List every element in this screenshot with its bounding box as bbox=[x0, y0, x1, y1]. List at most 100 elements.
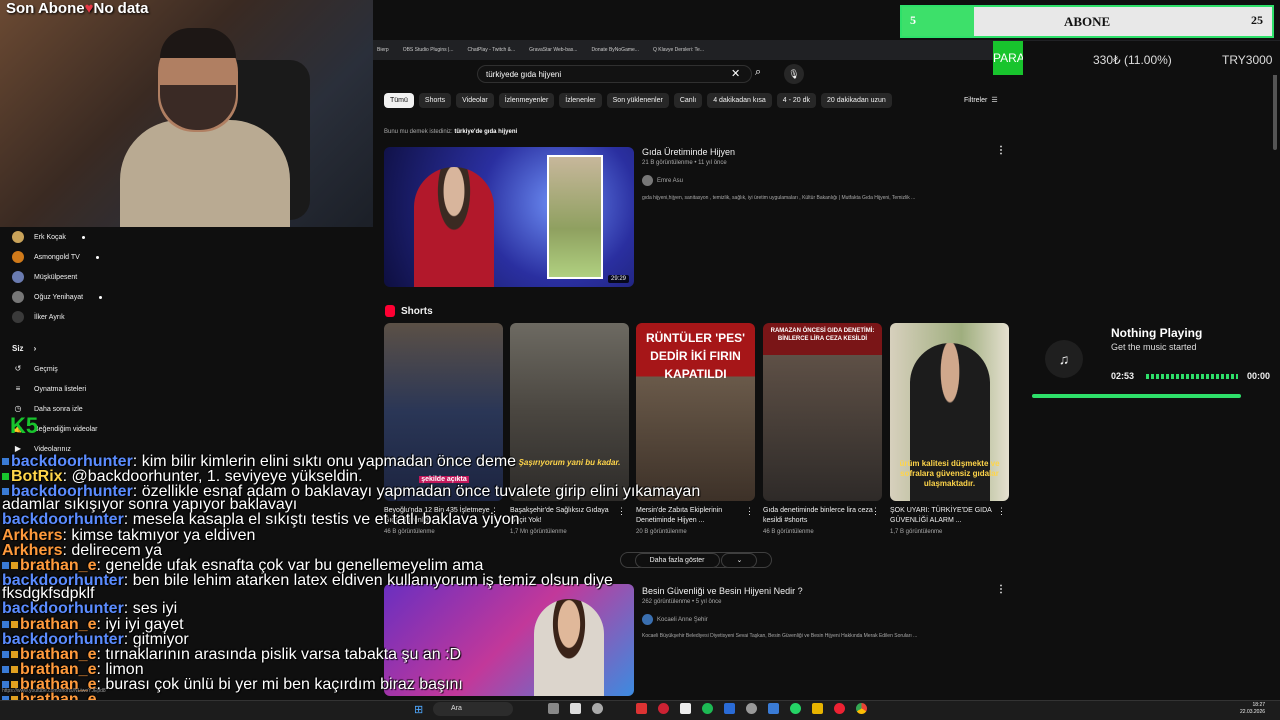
chip-under-4[interactable]: 4 dakikadan kısa bbox=[707, 93, 772, 108]
chip-live[interactable]: Canlı bbox=[673, 93, 703, 108]
chevron-right-icon: › bbox=[33, 344, 37, 353]
channel-link[interactable]: Emre Asu bbox=[642, 175, 683, 186]
app-icon[interactable] bbox=[724, 703, 735, 714]
short-thumbnail[interactable]: Şaşırıyorum yani bu kadar. bbox=[510, 323, 629, 501]
more-options-icon[interactable]: ⋮ bbox=[871, 506, 880, 517]
short-thumbnail[interactable]: RAMAZAN ÖNCESİ GIDA DENETİMİ: BİNLERCE L… bbox=[763, 323, 882, 501]
short-views: 46 B görüntülenme bbox=[763, 529, 814, 535]
bookmark[interactable]: Bierp bbox=[377, 47, 389, 53]
bookmark[interactable]: GravaStar Web-bas... bbox=[529, 47, 577, 53]
more-options-icon[interactable]: ⋮ bbox=[996, 145, 1006, 156]
search-input[interactable]: türkiyede gıda hijyeni bbox=[477, 65, 752, 83]
avatar bbox=[12, 271, 24, 283]
shorts-section-header: Shorts bbox=[385, 305, 433, 317]
video-meta: 21 B görüntülenme • 11 yıl önce bbox=[642, 160, 727, 166]
chip-all[interactable]: Tümü bbox=[384, 93, 414, 108]
chip-videos[interactable]: Videolar bbox=[456, 93, 494, 108]
sidebar-subscription[interactable]: Erk Koçak bbox=[12, 231, 85, 243]
short-title[interactable]: Mersin'de Zabıta Ekiplerinin Denetiminde… bbox=[636, 506, 746, 526]
short-thumbnail[interactable]: ürüm kalitesi düşmekte ve sofralara güve… bbox=[890, 323, 1009, 501]
more-options-icon[interactable]: ⋮ bbox=[617, 506, 626, 517]
app-icon[interactable] bbox=[768, 703, 779, 714]
more-options-icon[interactable]: ⋮ bbox=[996, 584, 1006, 595]
music-remaining: 00:00 bbox=[1247, 371, 1271, 381]
sidebar-item-playlists[interactable]: ≡ Oynatma listeleri bbox=[12, 383, 86, 395]
more-options-icon[interactable]: ⋮ bbox=[997, 506, 1006, 517]
music-visualizer bbox=[1146, 374, 1238, 379]
chip-over-20[interactable]: 20 dakikadan uzun bbox=[820, 93, 892, 108]
bookmark[interactable]: ChatPlay - Twitch &... bbox=[467, 47, 515, 53]
history-icon: ↺ bbox=[14, 364, 22, 373]
sidebar-you-header[interactable]: Siz › bbox=[12, 344, 36, 353]
short-title[interactable]: ŞOK UYARI: TÜRKİYE'DE GIDA GÜVENLİĞİ ALA… bbox=[890, 506, 1000, 526]
clock-time: 18:27 bbox=[1252, 702, 1266, 708]
chat-text: : tırnaklarının arasında pislik varsa ta… bbox=[96, 646, 462, 663]
sidebar-subscription[interactable]: Oğuz Yenihayat bbox=[12, 291, 103, 303]
channel-link[interactable]: Kocaeli Anne Şehir bbox=[642, 614, 708, 625]
settings-icon[interactable] bbox=[592, 703, 603, 714]
taskbar-search[interactable]: Ara bbox=[433, 702, 513, 716]
short-views: 1,7 Mn görüntülenme bbox=[510, 529, 567, 535]
playlist-icon: ≡ bbox=[15, 384, 21, 393]
sidebar-subscription[interactable]: Müşkülpesent bbox=[12, 271, 77, 283]
chat-text: : ses iyi bbox=[123, 600, 178, 617]
file-explorer-icon[interactable] bbox=[570, 703, 581, 714]
app-icon[interactable] bbox=[746, 703, 757, 714]
music-note-icon: ♫ bbox=[1045, 340, 1083, 378]
overlay-label: Son Abone bbox=[6, 0, 85, 17]
avatar bbox=[12, 291, 24, 303]
short-views: 46 B görüntülenme bbox=[384, 529, 435, 535]
chip-shorts[interactable]: Shorts bbox=[418, 93, 452, 108]
last-subscriber-overlay: Son Abone♥No data bbox=[6, 0, 149, 17]
microphone-icon[interactable]: 🎙 bbox=[784, 64, 804, 84]
short-caption: RAMAZAN ÖNCESİ GIDA DENETİMİ: BİNLERCE L… bbox=[770, 328, 875, 342]
did-you-mean-link[interactable]: türkiye'de gıda hijyeni bbox=[454, 129, 517, 135]
status-url: https://www.youtube.com/shorts/NLtwoYJEp… bbox=[2, 688, 106, 694]
clear-search-icon[interactable]: ✕ bbox=[731, 67, 740, 80]
chip-recent[interactable]: Son yüklenenler bbox=[606, 93, 669, 108]
app-icon[interactable] bbox=[680, 703, 691, 714]
heart-icon: ♥ bbox=[84, 0, 94, 17]
more-options-icon[interactable]: ⋮ bbox=[745, 506, 754, 517]
chip-4-20[interactable]: 4 - 20 dk bbox=[776, 93, 816, 108]
filters-button[interactable]: Filtreler ☰ bbox=[964, 96, 998, 105]
new-content-dot bbox=[81, 235, 85, 239]
chip-watched[interactable]: İzlenenler bbox=[559, 93, 602, 108]
short-title[interactable]: Başakşehir'de Sağlıksız Gıdaya Geçit Yok… bbox=[510, 506, 620, 526]
opera-gx-icon[interactable] bbox=[834, 703, 845, 714]
bookmark[interactable]: Donate ByNoGame... bbox=[591, 47, 639, 53]
video-title[interactable]: Besin Güvenliği ve Besin Hijyeni Nedir ? bbox=[642, 586, 803, 596]
opera-icon[interactable] bbox=[636, 703, 647, 714]
short-caption: şekilde açıkta bbox=[419, 476, 469, 483]
did-you-mean: Bunu mu demek istediniz: türkiye'de gıda… bbox=[384, 129, 517, 135]
short-caption: ürüm kalitesi düşmekte ve sofralara güve… bbox=[899, 459, 1000, 488]
video-duration: 29:29 bbox=[607, 275, 629, 283]
chip-unwatched[interactable]: İzlenmeyenler bbox=[498, 93, 555, 108]
chrome-icon[interactable] bbox=[856, 703, 867, 714]
sidebar-item-history[interactable]: ↺ Geçmiş bbox=[12, 363, 58, 375]
taskbar-search-label: Ara bbox=[451, 705, 462, 712]
video-thumbnail[interactable]: 29:29 bbox=[384, 147, 634, 287]
filters-label: Filtreler bbox=[964, 96, 988, 104]
short-thumbnail[interactable]: RÜNTÜLER 'PES' DEDİR İKİ FIRIN KAPATILDI bbox=[636, 323, 755, 501]
start-icon[interactable]: ⊞ bbox=[414, 703, 423, 716]
short-caption: Şaşırıyorum yani bu kadar. bbox=[518, 458, 621, 467]
search-icon[interactable]: ⌕ bbox=[755, 66, 761, 79]
spotify-icon[interactable] bbox=[702, 703, 713, 714]
video-title[interactable]: Gıda Üretiminde Hijyen bbox=[642, 147, 735, 157]
short-thumbnail[interactable]: şekilde açıkta bbox=[384, 323, 503, 501]
bookmark[interactable]: Q Klavye Dersleri: Te... bbox=[653, 47, 704, 53]
bookmark[interactable]: OBS Studio Plugins |... bbox=[403, 47, 454, 53]
folder-icon[interactable] bbox=[812, 703, 823, 714]
chevron-down-icon: ⌄ bbox=[721, 553, 758, 568]
task-view-icon[interactable] bbox=[548, 703, 559, 714]
video-description: gıda hijyeni,hijyen, sanitasyon , temizl… bbox=[642, 195, 916, 201]
subscriber-goal-target: 25 bbox=[1251, 13, 1263, 27]
sidebar-subscription[interactable]: Asmongold TV bbox=[12, 251, 99, 263]
music-title: Nothing Playing bbox=[1111, 326, 1203, 340]
whatsapp-icon[interactable] bbox=[790, 703, 801, 714]
short-title[interactable]: Gıda denetiminde binlerce lira ceza kesi… bbox=[763, 506, 873, 526]
sidebar-subscription[interactable]: İlker Ayrık bbox=[12, 311, 65, 323]
sidebar-item-label: Beğendiğim videolar bbox=[34, 425, 98, 433]
app-icon[interactable] bbox=[658, 703, 669, 714]
